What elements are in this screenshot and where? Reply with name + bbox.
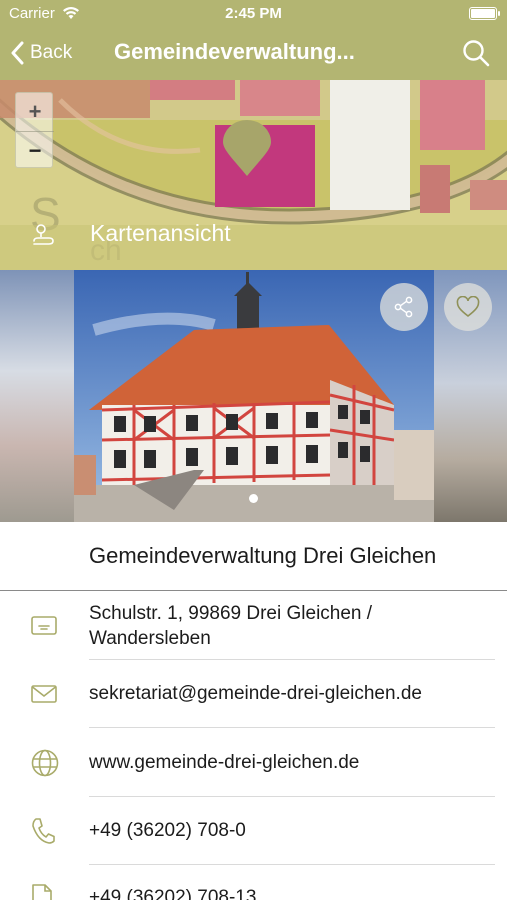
search-icon bbox=[463, 40, 490, 67]
email-row[interactable]: sekretariat@gemeinde-drei-gleichen.de bbox=[0, 660, 507, 727]
battery-icon bbox=[469, 7, 500, 20]
phone-icon bbox=[32, 818, 55, 844]
website-link: www.gemeinde-drei-gleichen.de bbox=[89, 752, 360, 773]
phone-row[interactable]: +49 (36202) 708-0 bbox=[0, 797, 507, 864]
globe-icon bbox=[31, 749, 59, 777]
favorite-button[interactable] bbox=[444, 283, 492, 331]
location-route-icon bbox=[33, 224, 54, 245]
share-button[interactable] bbox=[380, 283, 428, 331]
address-row[interactable]: Schulstr. 1, 99869 Drei Gleichen / Wande… bbox=[0, 597, 507, 659]
page-indicator-dot bbox=[249, 494, 258, 503]
photo-blur-left bbox=[0, 270, 74, 522]
status-bar: Carrier 2:45 PM bbox=[0, 0, 507, 28]
zoom-in-button[interactable]: + bbox=[16, 93, 54, 131]
map-view[interactable]: S ch + − bbox=[0, 80, 507, 270]
zoom-out-button[interactable]: − bbox=[16, 131, 54, 169]
email-link: sekretariat@gemeinde-drei-gleichen.de bbox=[89, 683, 422, 704]
photo-gallery[interactable] bbox=[0, 270, 507, 522]
heart-icon bbox=[456, 296, 480, 318]
navigation-bar: Back Gemeindeverwaltung... bbox=[0, 28, 507, 80]
map-pin-icon[interactable] bbox=[222, 120, 272, 178]
search-button[interactable] bbox=[461, 38, 491, 68]
fax-number: +49 (36202) 708-13 bbox=[89, 887, 257, 900]
zoom-control: + − bbox=[15, 92, 54, 169]
place-name: Gemeindeverwaltung Drei Gleichen bbox=[89, 543, 437, 568]
address-card-icon bbox=[31, 616, 57, 635]
map-view-label[interactable]: Kartenansicht bbox=[90, 220, 231, 247]
phone-number: +49 (36202) 708-0 bbox=[89, 820, 246, 841]
share-icon bbox=[394, 296, 413, 318]
page-title: Gemeindeverwaltung... bbox=[114, 39, 355, 64]
address-line-1: Schulstr. 1, 99869 Drei Gleichen / bbox=[89, 603, 373, 624]
chevron-left-icon bbox=[11, 41, 24, 65]
fax-row[interactable]: +49 (36202) 708-13 bbox=[0, 865, 507, 900]
fax-icon bbox=[32, 884, 52, 900]
mail-icon bbox=[31, 685, 57, 703]
address-line-2: Wandersleben bbox=[89, 628, 211, 649]
divider bbox=[0, 590, 507, 591]
back-label: Back bbox=[30, 42, 73, 63]
clock: 2:45 PM bbox=[225, 5, 282, 22]
website-row[interactable]: www.gemeinde-drei-gleichen.de bbox=[0, 728, 507, 796]
back-button[interactable]: Back bbox=[10, 38, 72, 68]
